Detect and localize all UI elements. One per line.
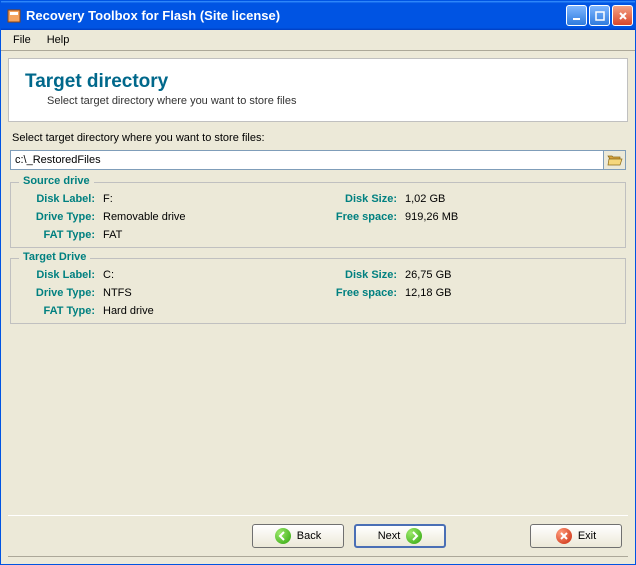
source-fat-type-lbl: FAT Type: <box>23 229 101 241</box>
target-fat-type-lbl: FAT Type: <box>23 305 101 317</box>
target-disk-label-lbl: Disk Label: <box>23 269 101 281</box>
back-button[interactable]: Back <box>252 524 344 548</box>
target-free-space-val: 12,18 GB <box>405 287 613 299</box>
source-free-space-val: 919,26 MB <box>405 211 613 223</box>
body-area: Select target directory where you want t… <box>8 122 628 515</box>
close-button[interactable] <box>612 5 633 26</box>
source-free-space-lbl: Free space: <box>313 211 403 223</box>
target-legend: Target Drive <box>19 251 90 263</box>
source-disk-size-lbl: Disk Size: <box>313 193 403 205</box>
footer-buttons: Back Next Exit <box>8 515 628 557</box>
menu-help[interactable]: Help <box>39 32 78 48</box>
x-icon <box>556 528 572 544</box>
target-drive-type-lbl: Drive Type: <box>23 287 101 299</box>
arrow-right-icon <box>406 528 422 544</box>
menu-file[interactable]: File <box>5 32 39 48</box>
prompt-label: Select target directory where you want t… <box>12 132 626 144</box>
page-header: Target directory Select target directory… <box>8 58 628 122</box>
nav-button-group: Back Next <box>252 524 446 548</box>
target-fat-type-val: Hard drive <box>103 305 311 317</box>
page-title: Target directory <box>25 71 611 93</box>
target-free-space-lbl: Free space: <box>313 287 403 299</box>
target-disk-label-val: C: <box>103 269 311 281</box>
folder-open-icon <box>607 153 623 167</box>
titlebar[interactable]: Recovery Toolbox for Flash (Site license… <box>1 1 635 30</box>
path-row <box>10 150 626 170</box>
window-controls <box>566 5 633 26</box>
exit-button[interactable]: Exit <box>530 524 622 548</box>
menubar: File Help <box>1 30 635 51</box>
source-drive-type-val: Removable drive <box>103 211 311 223</box>
content-area: Target directory Select target directory… <box>1 51 635 564</box>
back-label: Back <box>297 530 321 542</box>
source-fat-type-val: FAT <box>103 229 311 241</box>
target-drive-group: Target Drive Disk Label: C: Disk Size: 2… <box>10 258 626 324</box>
source-disk-size-val: 1,02 GB <box>405 193 613 205</box>
source-disk-label-lbl: Disk Label: <box>23 193 101 205</box>
source-legend: Source drive <box>19 175 94 187</box>
target-disk-size-lbl: Disk Size: <box>313 269 403 281</box>
target-path-input[interactable] <box>10 150 604 170</box>
target-drive-type-val: NTFS <box>103 287 311 299</box>
source-drive-group: Source drive Disk Label: F: Disk Size: 1… <box>10 182 626 248</box>
exit-label: Exit <box>578 530 596 542</box>
browse-button[interactable] <box>604 150 626 170</box>
target-disk-size-val: 26,75 GB <box>405 269 613 281</box>
page-subtitle: Select target directory where you want t… <box>47 95 611 107</box>
source-drive-type-lbl: Drive Type: <box>23 211 101 223</box>
minimize-button[interactable] <box>566 5 587 26</box>
next-button[interactable]: Next <box>354 524 446 548</box>
next-label: Next <box>378 530 401 542</box>
app-icon <box>6 8 22 24</box>
maximize-button[interactable] <box>589 5 610 26</box>
arrow-left-icon <box>275 528 291 544</box>
source-disk-label-val: F: <box>103 193 311 205</box>
app-window: Recovery Toolbox for Flash (Site license… <box>0 0 636 565</box>
window-title: Recovery Toolbox for Flash (Site license… <box>26 8 566 23</box>
